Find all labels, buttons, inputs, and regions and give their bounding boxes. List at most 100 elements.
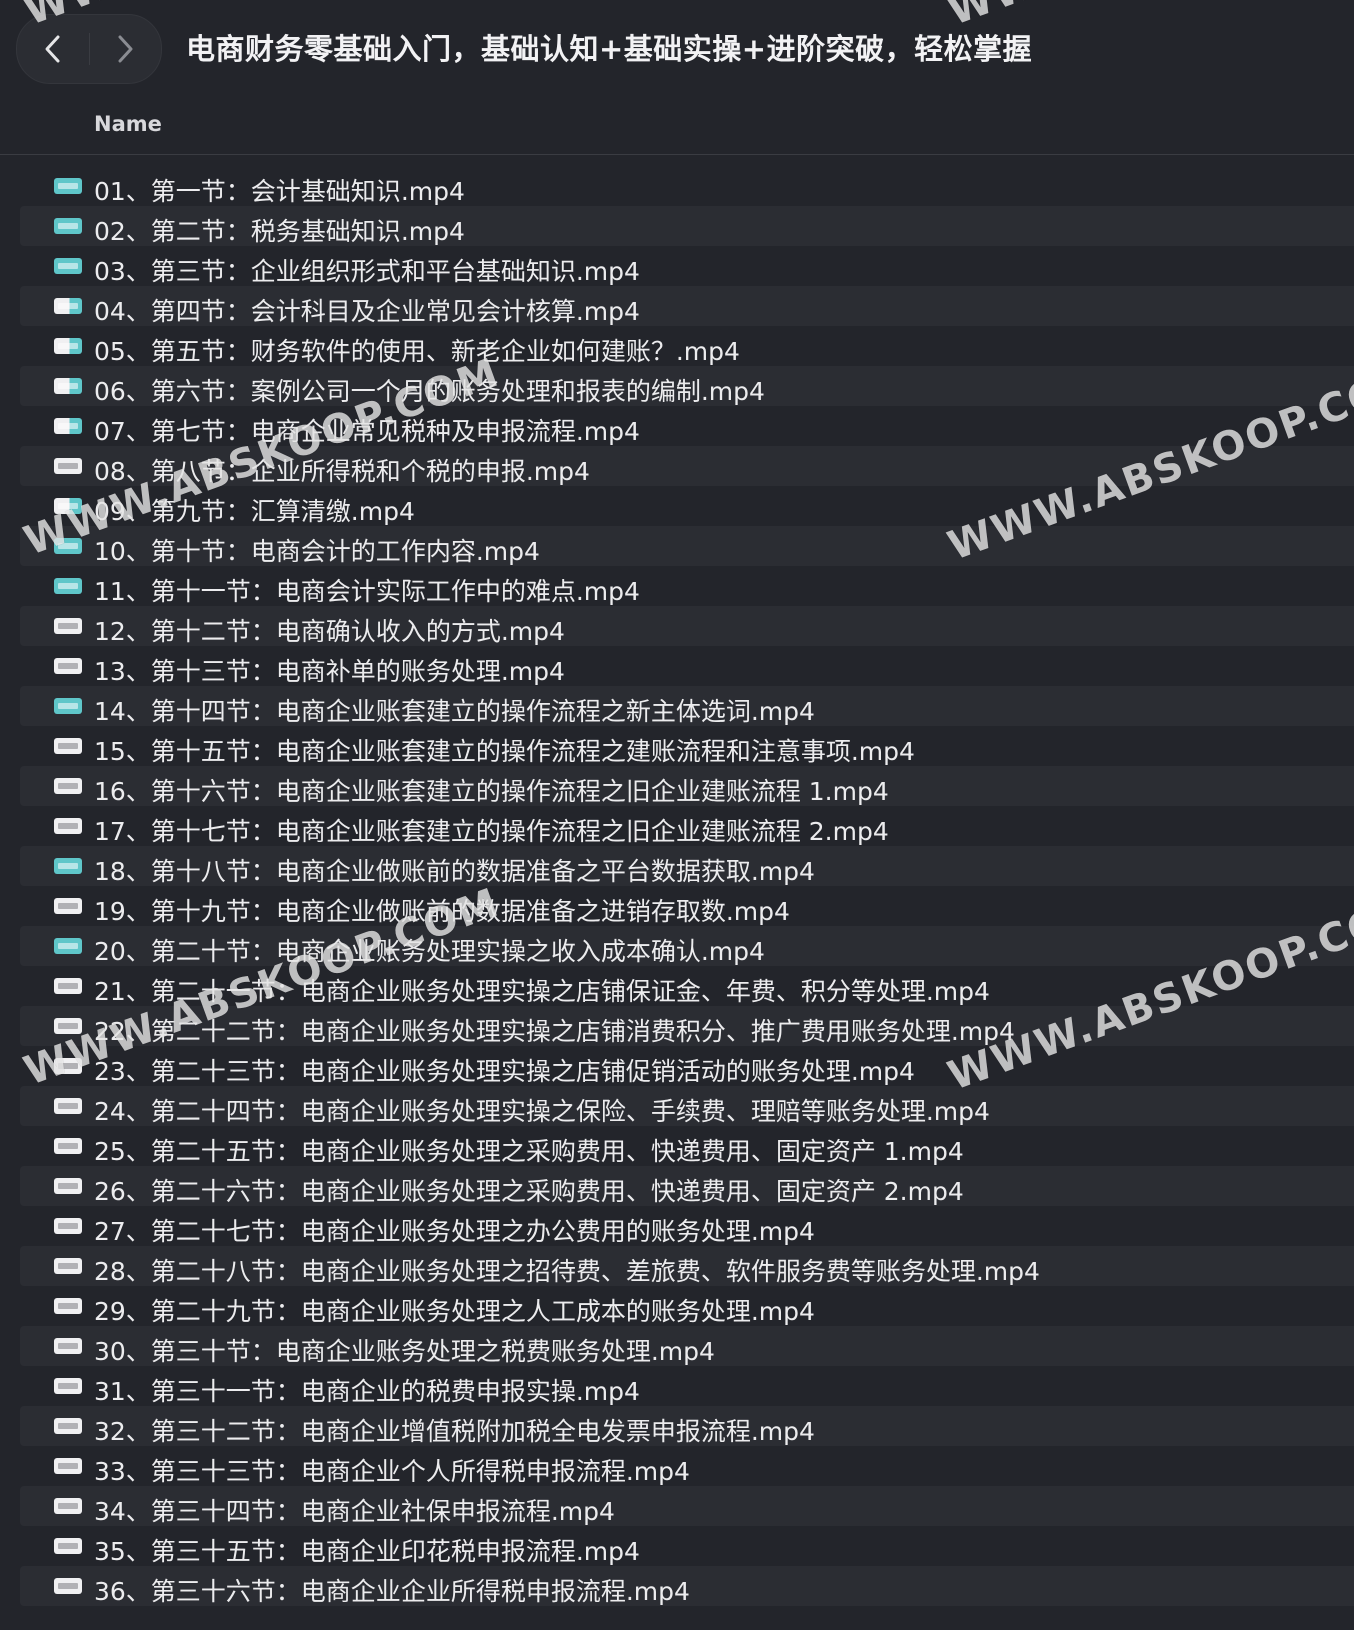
file-row[interactable]: 34、第三十四节：电商企业社保申报流程.mp4 [20,1486,1354,1526]
video-file-icon [54,778,82,794]
file-row[interactable]: 15、第十五节：电商企业账套建立的操作流程之建账流程和注意事项.mp4 [20,726,1354,766]
video-file-icon [54,1498,82,1514]
file-row[interactable]: 32、第三十二节：电商企业增值税附加税全电发票申报流程.mp4 [20,1406,1354,1446]
file-row[interactable]: 02、第二节：税务基础知识.mp4 [20,206,1354,246]
file-name: 19、第十九节：电商企业做账前的数据准备之进销存取数.mp4 [94,897,790,926]
file-name: 07、第七节：电商企业常见税种及申报流程.mp4 [94,417,640,446]
file-name: 22、第二十二节：电商企业账务处理实操之店铺消费积分、推广费用账务处理.mp4 [94,1017,1015,1046]
file-row[interactable]: 06、第六节：案例公司一个月的账务处理和报表的编制.mp4 [20,366,1354,406]
file-name: 28、第二十八节：电商企业账务处理之招待费、差旅费、软件服务费等账务处理.mp4 [94,1257,1040,1286]
toolbar: 电商财务零基础入门，基础认知+基础实操+进阶突破，轻松掌握 [0,0,1354,96]
file-name: 33、第三十三节：电商企业个人所得税申报流程.mp4 [94,1457,690,1486]
chevron-left-icon [45,35,60,63]
file-name: 09、第九节：汇算清缴.mp4 [94,497,415,526]
file-row[interactable]: 03、第三节：企业组织形式和平台基础知识.mp4 [20,246,1354,286]
video-file-icon [54,738,82,754]
file-name: 24、第二十四节：电商企业账务处理实操之保险、手续费、理赔等账务处理.mp4 [94,1097,990,1126]
video-file-icon [54,378,82,394]
file-row[interactable]: 10、第十节：电商会计的工作内容.mp4 [20,526,1354,566]
file-row[interactable]: 27、第二十七节：电商企业账务处理之办公费用的账务处理.mp4 [20,1206,1354,1246]
file-row[interactable]: 05、第五节：财务软件的使用、新老企业如何建账？.mp4 [20,326,1354,366]
chevron-right-icon [118,35,133,63]
file-name: 20、第二十节：电商企业账务处理实操之收入成本确认.mp4 [94,937,765,966]
file-row[interactable]: 11、第十一节：电商会计实际工作中的难点.mp4 [20,566,1354,606]
file-row[interactable]: 17、第十七节：电商企业账套建立的操作流程之旧企业建账流程 2.mp4 [20,806,1354,846]
file-row[interactable]: 29、第二十九节：电商企业账务处理之人工成本的账务处理.mp4 [20,1286,1354,1326]
file-row[interactable]: 35、第三十五节：电商企业印花税申报流程.mp4 [20,1526,1354,1566]
video-file-icon [54,1098,82,1114]
video-file-icon [54,858,82,874]
video-file-icon [54,938,82,954]
file-name: 11、第十一节：电商会计实际工作中的难点.mp4 [94,577,640,606]
file-name: 23、第二十三节：电商企业账务处理实操之店铺促销活动的账务处理.mp4 [94,1057,915,1086]
file-row[interactable]: 25、第二十五节：电商企业账务处理之采购费用、快递费用、固定资产 1.mp4 [20,1126,1354,1166]
file-name: 30、第三十节：电商企业账务处理之税费账务处理.mp4 [94,1337,715,1366]
file-name: 04、第四节：会计科目及企业常见会计核算.mp4 [94,297,640,326]
navigation-controls [16,14,162,84]
video-file-icon [54,1178,82,1194]
file-row[interactable]: 26、第二十六节：电商企业账务处理之采购费用、快递费用、固定资产 2.mp4 [20,1166,1354,1206]
video-file-icon [54,1258,82,1274]
file-row[interactable]: 23、第二十三节：电商企业账务处理实操之店铺促销活动的账务处理.mp4 [20,1046,1354,1086]
file-name: 32、第三十二节：电商企业增值税附加税全电发票申报流程.mp4 [94,1417,815,1446]
file-row[interactable]: 19、第十九节：电商企业做账前的数据准备之进销存取数.mp4 [20,886,1354,926]
column-header-row: Name [0,96,1354,155]
file-row[interactable]: 12、第十二节：电商确认收入的方式.mp4 [20,606,1354,646]
name-column-header[interactable]: Name [94,112,162,136]
file-name: 13、第十三节：电商补单的账务处理.mp4 [94,657,565,686]
file-row[interactable]: 31、第三十一节：电商企业的税费申报实操.mp4 [20,1366,1354,1406]
file-name: 06、第六节：案例公司一个月的账务处理和报表的编制.mp4 [94,377,765,406]
video-file-icon [54,1138,82,1154]
video-file-icon [54,1378,82,1394]
file-name: 16、第十六节：电商企业账套建立的操作流程之旧企业建账流程 1.mp4 [94,777,889,806]
file-list: 01、第一节：会计基础知识.mp4 02、第二节：税务基础知识.mp4 03、第三节… [0,166,1354,1606]
file-name: 18、第十八节：电商企业做账前的数据准备之平台数据获取.mp4 [94,857,815,886]
file-row[interactable]: 30、第三十节：电商企业账务处理之税费账务处理.mp4 [20,1326,1354,1366]
file-row[interactable]: 21、第二十一节：电商企业账务处理实操之店铺保证金、年费、积分等处理.mp4 [20,966,1354,1006]
file-row[interactable]: 20、第二十节：电商企业账务处理实操之收入成本确认.mp4 [20,926,1354,966]
file-row[interactable]: 28、第二十八节：电商企业账务处理之招待费、差旅费、软件服务费等账务处理.mp4 [20,1246,1354,1286]
window-title: 电商财务零基础入门，基础认知+基础实操+进阶突破，轻松掌握 [186,32,1033,66]
video-file-icon [54,618,82,634]
video-file-icon [54,298,82,314]
file-row[interactable]: 16、第十六节：电商企业账套建立的操作流程之旧企业建账流程 1.mp4 [20,766,1354,806]
file-row[interactable]: 22、第二十二节：电商企业账务处理实操之店铺消费积分、推广费用账务处理.mp4 [20,1006,1354,1046]
file-row[interactable]: 33、第三十三节：电商企业个人所得税申报流程.mp4 [20,1446,1354,1486]
file-name: 12、第十二节：电商确认收入的方式.mp4 [94,617,565,646]
video-file-icon [54,1218,82,1234]
video-file-icon [54,1058,82,1074]
file-name: 25、第二十五节：电商企业账务处理之采购费用、快递费用、固定资产 1.mp4 [94,1137,964,1166]
video-file-icon [54,1338,82,1354]
file-name: 36、第三十六节：电商企业企业所得税申报流程.mp4 [94,1577,690,1606]
file-row[interactable]: 36、第三十六节：电商企业企业所得税申报流程.mp4 [20,1566,1354,1606]
file-row[interactable]: 04、第四节：会计科目及企业常见会计核算.mp4 [20,286,1354,326]
video-file-icon [54,1578,82,1594]
file-row[interactable]: 08、第八节：企业所得税和个税的申报.mp4 [20,446,1354,486]
file-row[interactable]: 24、第二十四节：电商企业账务处理实操之保险、手续费、理赔等账务处理.mp4 [20,1086,1354,1126]
video-file-icon [54,178,82,194]
forward-button[interactable] [89,15,161,83]
video-file-icon [54,578,82,594]
file-row[interactable]: 13、第十三节：电商补单的账务处理.mp4 [20,646,1354,686]
file-name: 02、第二节：税务基础知识.mp4 [94,217,465,246]
file-name: 14、第十四节：电商企业账套建立的操作流程之新主体选词.mp4 [94,697,815,726]
file-row[interactable]: 18、第十八节：电商企业做账前的数据准备之平台数据获取.mp4 [20,846,1354,886]
file-row[interactable]: 01、第一节：会计基础知识.mp4 [20,166,1354,206]
video-file-icon [54,538,82,554]
video-file-icon [54,1418,82,1434]
video-file-icon [54,818,82,834]
video-file-icon [54,1458,82,1474]
file-row[interactable]: 14、第十四节：电商企业账套建立的操作流程之新主体选词.mp4 [20,686,1354,726]
file-row[interactable]: 07、第七节：电商企业常见税种及申报流程.mp4 [20,406,1354,446]
file-name: 34、第三十四节：电商企业社保申报流程.mp4 [94,1497,615,1526]
file-name: 10、第十节：电商会计的工作内容.mp4 [94,537,540,566]
file-name: 05、第五节：财务软件的使用、新老企业如何建账？.mp4 [94,337,740,366]
file-name: 03、第三节：企业组织形式和平台基础知识.mp4 [94,257,640,286]
video-file-icon [54,698,82,714]
back-button[interactable] [17,15,89,83]
file-name: 01、第一节：会计基础知识.mp4 [94,177,465,206]
file-row[interactable]: 09、第九节：汇算清缴.mp4 [20,486,1354,526]
video-file-icon [54,418,82,434]
file-name: 26、第二十六节：电商企业账务处理之采购费用、快递费用、固定资产 2.mp4 [94,1177,964,1206]
video-file-icon [54,658,82,674]
